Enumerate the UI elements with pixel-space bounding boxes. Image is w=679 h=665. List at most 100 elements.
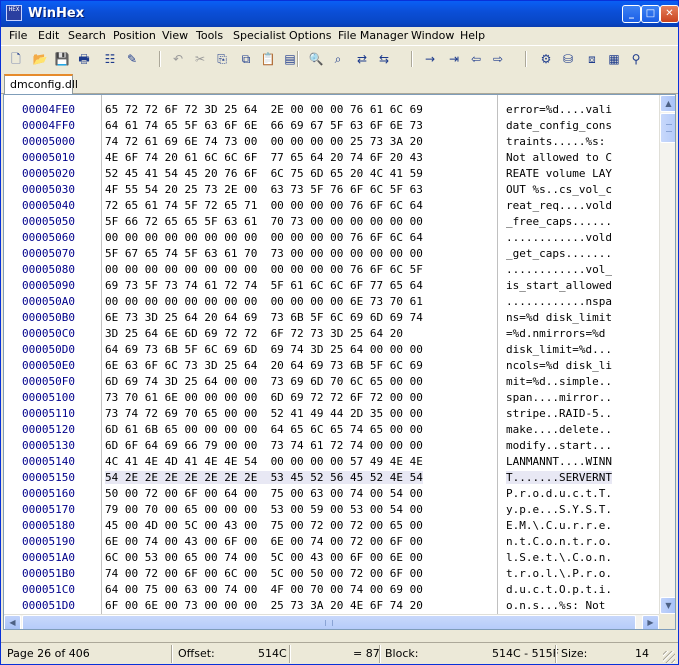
hex-row[interactable]: 000050B0 6E 73 3D 25 64 20 64 69 73 6B 5F… (4, 309, 644, 325)
menu-specialist[interactable]: Specialist (233, 29, 286, 42)
vertical-scrollbar[interactable]: ▲ ▼ (659, 95, 675, 614)
hex-row[interactable]: 00005010 4E 6F 74 20 61 6C 6C 6F 77 65 64… (4, 149, 644, 165)
title-bar[interactable]: HEX WinHex _ □ ✕ (1, 1, 679, 27)
hex-row[interactable]: 00005130 6D 6F 64 69 66 79 00 00 73 74 61… (4, 437, 644, 453)
row-hex-bytes[interactable]: 65 72 72 6F 72 3D 25 64 2E 00 00 00 76 6… (105, 103, 423, 116)
row-text[interactable]: d.u.c.t.O.p.t.i. (506, 583, 612, 596)
row-hex-bytes[interactable]: 64 00 75 00 63 00 74 00 4F 00 70 00 74 0… (105, 583, 423, 596)
disk-clone-icon[interactable]: ⧈ (583, 50, 601, 68)
row-hex-bytes[interactable]: 79 00 70 00 65 00 00 00 53 00 59 00 53 0… (105, 503, 423, 516)
row-text[interactable]: =%d.nmirrors=%d (506, 327, 612, 340)
close-button[interactable]: ✕ (660, 5, 679, 23)
disk-editor-icon[interactable]: ⛁ (559, 50, 577, 68)
row-hex-bytes[interactable]: 50 00 72 00 6F 00 64 00 75 00 63 00 74 0… (105, 487, 423, 500)
hex-row[interactable]: 00005180 45 00 4D 00 5C 00 43 00 75 00 72… (4, 517, 644, 533)
hex-row[interactable]: 00005090 69 73 5F 73 74 61 72 74 5F 61 6C… (4, 277, 644, 293)
hex-row[interactable]: 00004FF0 64 61 74 65 5F 63 6F 6E 66 69 67… (4, 117, 644, 133)
goto-sector-icon[interactable]: ⇥ (445, 50, 463, 68)
row-text[interactable]: error=%d....vali (506, 103, 612, 116)
row-hex-bytes[interactable]: 4F 55 54 20 25 73 2E 00 63 73 5F 76 6F 6… (105, 183, 423, 196)
calculator-icon[interactable]: ▦ (605, 50, 623, 68)
row-text[interactable]: ............nspa (506, 295, 612, 308)
hex-row[interactable]: 000051D0 6F 00 6E 00 73 00 00 00 25 73 3A… (4, 597, 644, 613)
row-text[interactable]: REATE volume LAY (506, 167, 612, 180)
row-hex-bytes[interactable]: 4E 6F 74 20 61 6C 6C 6F 77 65 64 20 74 6… (105, 151, 423, 164)
row-hex-bytes[interactable]: 6F 00 6E 00 73 00 00 00 25 73 3A 20 4E 6… (105, 599, 423, 612)
scroll-up-arrow-icon[interactable]: ▲ (660, 95, 675, 112)
row-text[interactable]: ncols=%d disk_li (506, 359, 612, 372)
row-hex-bytes[interactable]: 72 65 61 74 5F 72 65 71 00 00 00 00 76 6… (105, 199, 423, 212)
scroll-right-arrow-icon[interactable]: ▶ (642, 615, 659, 629)
row-hex-bytes[interactable]: 00 00 00 00 00 00 00 00 00 00 00 00 76 6… (105, 263, 423, 276)
hex-row[interactable]: 00005080 00 00 00 00 00 00 00 00 00 00 00… (4, 261, 644, 277)
replace-text-icon[interactable]: ⇄ (353, 50, 371, 68)
row-hex-bytes[interactable]: 74 72 61 69 6E 74 73 00 00 00 00 00 25 7… (105, 135, 423, 148)
print-icon[interactable]: 🖶 (75, 50, 93, 68)
open-file-icon[interactable]: 📂 (31, 50, 49, 68)
menu-file-manager[interactable]: File Manager (338, 29, 408, 42)
find-hex-icon[interactable]: ⌕ (329, 50, 347, 68)
row-hex-bytes[interactable]: 5F 67 65 74 5F 63 61 70 73 00 00 00 00 0… (105, 247, 423, 260)
menu-options[interactable]: Options (289, 29, 331, 42)
find-text-icon[interactable]: 🔍 (307, 50, 325, 68)
row-hex-bytes[interactable]: 73 70 61 6E 00 00 00 00 6D 69 72 72 6F 7… (105, 391, 423, 404)
row-hex-bytes[interactable]: 74 00 72 00 6F 00 6C 00 5C 00 50 00 72 0… (105, 567, 423, 580)
hex-row[interactable]: 00005050 5F 66 72 65 65 5F 63 61 70 73 00… (4, 213, 644, 229)
row-text[interactable]: stripe..RAID-5.. (506, 407, 612, 420)
row-text[interactable]: make....delete.. (506, 423, 612, 436)
row-hex-bytes[interactable]: 64 61 74 65 5F 63 6F 6E 66 69 67 5F 63 6… (105, 119, 423, 132)
row-hex-bytes[interactable]: 54 2E 2E 2E 2E 2E 2E 2E 53 45 52 56 45 5… (105, 471, 423, 484)
row-hex-bytes[interactable]: 45 00 4D 00 5C 00 43 00 75 00 72 00 72 0… (105, 519, 423, 532)
menu-window[interactable]: Window (411, 29, 454, 42)
hex-row[interactable]: 000050A0 00 00 00 00 00 00 00 00 00 00 00… (4, 293, 644, 309)
row-hex-bytes[interactable]: 6D 6F 64 69 66 79 00 00 73 74 61 72 74 0… (105, 439, 423, 452)
properties-icon[interactable]: ☷ (101, 50, 119, 68)
row-text[interactable]: modify..start... (506, 439, 612, 452)
row-text[interactable]: span....mirror.. (506, 391, 612, 404)
row-text[interactable]: traints.....%s: (506, 135, 612, 148)
horizontal-scrollbar[interactable]: ◀ ▶ (4, 614, 659, 629)
paste-icon[interactable]: 📋 (259, 50, 277, 68)
row-text[interactable]: o.n.s...%s: Not (506, 599, 612, 612)
resize-grip-icon[interactable] (663, 651, 675, 663)
hex-row[interactable]: 000050D0 64 69 73 6B 5F 6C 69 6D 69 74 3D… (4, 341, 644, 357)
magnifier-icon[interactable]: ⚲ (627, 50, 645, 68)
goto-offset-icon[interactable]: → (421, 50, 439, 68)
new-file-icon[interactable]: 🗋 (7, 50, 25, 68)
hex-row[interactable]: 00005140 4C 41 4E 4D 41 4E 4E 54 00 00 00… (4, 453, 644, 469)
row-hex-bytes[interactable]: 6E 00 74 00 43 00 6F 00 6E 00 74 00 72 0… (105, 535, 423, 548)
hex-row[interactable]: 00005020 52 45 41 54 45 20 76 6F 6C 75 6D… (4, 165, 644, 181)
undo-icon[interactable]: ↶ (169, 50, 187, 68)
ram-editor-icon[interactable]: ⚙ (537, 50, 555, 68)
row-text[interactable]: disk_limit=%d... (506, 343, 612, 356)
open-disk-icon[interactable]: ✎ (123, 50, 141, 68)
row-hex-bytes[interactable]: 00 00 00 00 00 00 00 00 00 00 00 00 6E 7… (105, 295, 423, 308)
row-text[interactable]: reat_req....vold (506, 199, 612, 212)
row-hex-bytes[interactable]: 73 74 72 69 70 65 00 00 52 41 49 44 2D 3… (105, 407, 423, 420)
hex-row[interactable]: 00005000 74 72 61 69 6E 74 73 00 00 00 00… (4, 133, 644, 149)
row-text[interactable]: is_start_allowed (506, 279, 612, 292)
back-icon[interactable]: ⇦ (467, 50, 485, 68)
row-hex-bytes[interactable]: 3D 25 64 6E 6D 69 72 72 6F 72 73 3D 25 6… (105, 327, 403, 340)
hex-row[interactable]: 00005040 72 65 61 74 5F 72 65 71 00 00 00… (4, 197, 644, 213)
tab-dmconfig-dll[interactable]: dmconfig.dll (4, 74, 78, 95)
row-text[interactable]: ns=%d disk_limit (506, 311, 612, 324)
menu-search[interactable]: Search (68, 29, 106, 42)
hex-row[interactable]: 00005060 00 00 00 00 00 00 00 00 00 00 00… (4, 229, 644, 245)
row-text[interactable]: y.p.e...S.Y.S.T. (506, 503, 612, 516)
hex-row[interactable]: 00005190 6E 00 74 00 43 00 6F 00 6E 00 74… (4, 533, 644, 549)
row-text[interactable]: OUT %s..cs_vol_c (506, 183, 612, 196)
hex-row[interactable]: 000050C0 3D 25 64 6E 6D 69 72 72 6F 72 73… (4, 325, 644, 341)
row-hex-bytes[interactable]: 6D 61 6B 65 00 00 00 00 64 65 6C 65 74 6… (105, 423, 423, 436)
cut-icon[interactable]: ✂ (191, 50, 209, 68)
hex-row[interactable]: 00005100 73 70 61 6E 00 00 00 00 6D 69 72… (4, 389, 644, 405)
menu-tools[interactable]: Tools (196, 29, 223, 42)
row-hex-bytes[interactable]: 52 45 41 54 45 20 76 6F 6C 75 6D 65 20 4… (105, 167, 423, 180)
row-text[interactable]: E.M.\.C.u.r.r.e. (506, 519, 612, 532)
row-text[interactable]: n.t.C.o.n.t.r.o. (506, 535, 612, 548)
row-hex-bytes[interactable]: 6E 73 3D 25 64 20 64 69 73 6B 5F 6C 69 6… (105, 311, 423, 324)
copy-icon[interactable]: ⎘ (213, 50, 231, 68)
vertical-scroll-thumb[interactable] (660, 113, 675, 143)
row-hex-bytes[interactable]: 69 73 5F 73 74 61 72 74 5F 61 6C 6C 6F 7… (105, 279, 423, 292)
row-text[interactable]: Not allowed to C (506, 151, 612, 164)
